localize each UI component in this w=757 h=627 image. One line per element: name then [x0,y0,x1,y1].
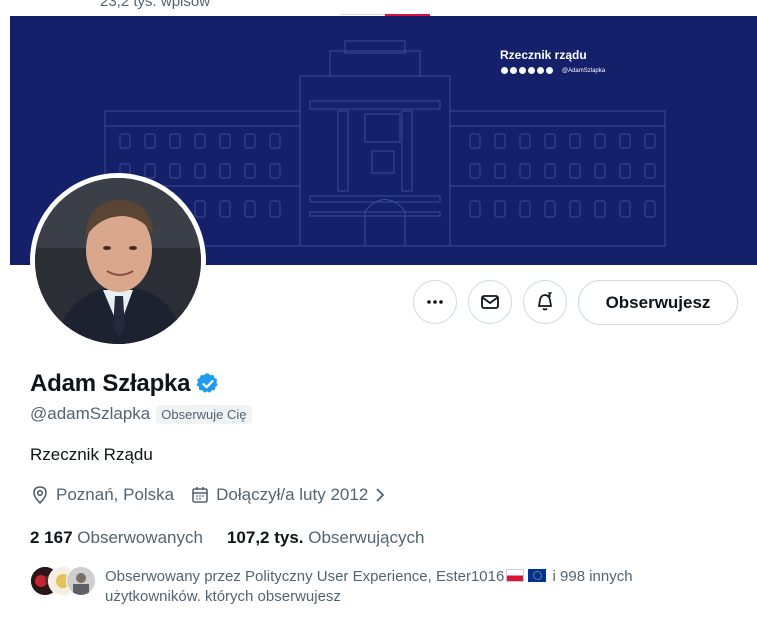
followers-label: Obserwujących [308,528,425,547]
more-button[interactable] [413,280,457,324]
followers-count: 107,2 tys. [226,528,304,547]
more-horizontal-icon [427,300,443,304]
user-handle: @adamSzlapka [30,404,151,423]
notifications-button[interactable] [523,280,567,324]
joined-item[interactable]: Dołączył/a luty 2012 [190,485,394,505]
avatar-photo [35,178,201,344]
profile-avatar[interactable] [30,173,206,349]
location-item: Poznań, Polska [30,485,174,505]
location-pin-icon [33,486,47,505]
following-button[interactable]: Obserwujesz [578,280,738,325]
profile-bio: Rzecznik Rządu [30,445,153,464]
eu-flag-icon [528,569,547,582]
handle-row: @adamSzlapka Obserwuje Cię [30,404,252,424]
follows-you-badge: Obserwuje Cię [156,404,252,424]
poland-flag-icon [506,569,525,582]
message-button[interactable] [468,280,512,324]
followed-by-text: Obserwowany przez Polityczny User Experi… [105,567,715,607]
top-strip: 23,2 tys. wpisów [0,0,757,16]
location-text: Poznań, Polska [56,485,175,504]
followers-stat[interactable]: 107,2 tys. Obserwujących [227,528,425,548]
banner-title: Rzecznik rządu [500,48,587,62]
envelope-icon [481,295,499,309]
avatar [66,566,96,596]
following-label: Obserwowanych [77,528,203,547]
profile-meta: Poznań, Polska Dołączył/a luty 2012 [30,485,394,505]
mini-avatars [30,566,96,596]
name-row: Adam Szłapka [30,370,220,398]
verified-badge-icon[interactable] [196,372,220,396]
chevron-right-icon [376,488,385,502]
follow-stats: 2 167 Obserwowanych 107,2 tys. Obserwują… [30,528,448,548]
bell-icon [537,292,553,311]
banner-social-icons [501,67,553,74]
following-count: 2 167 [30,528,73,547]
post-count: 23,2 tys. wpisów [100,0,211,10]
followed-by-prefix: Obserwowany przez Polityczny User Experi… [105,568,505,585]
following-stat[interactable]: 2 167 Obserwowanych [30,528,203,548]
calendar-icon [192,487,208,503]
joined-text: Dołączył/a luty 2012 [216,485,369,504]
banner-handle: @AdamSzlapka [562,68,606,74]
display-name: Adam Szłapka [30,370,191,397]
